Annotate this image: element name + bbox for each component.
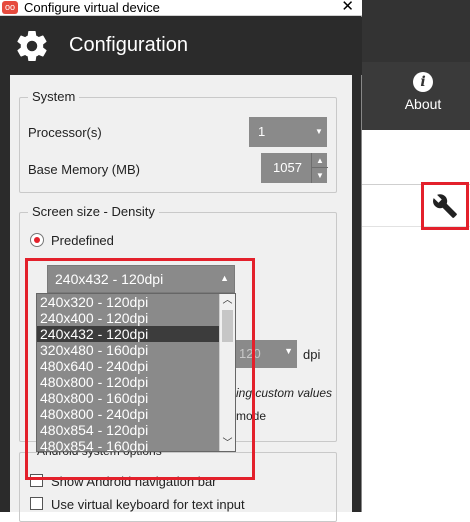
gear-icon [17,31,47,62]
info-icon: i [413,72,433,92]
title-bar[interactable]: oo Configure virtual device ✕ [0,0,362,16]
configure-dialog: oo Configure virtual device ✕ Configurat… [0,0,362,522]
virtual-keyboard-checkbox[interactable] [30,497,43,510]
settings-button[interactable] [421,182,469,230]
predefined-label: Predefined [51,233,114,248]
system-legend: System [28,89,80,104]
about-label: About [404,96,442,112]
virtual-keyboard-label: Use virtual keyboard for text input [51,497,245,512]
app-icon: oo [2,1,18,14]
processors-value: 1 [258,124,266,139]
memory-value: 1057 [273,160,302,175]
memory-stepper[interactable]: 1057 ▲ ▼ [261,153,328,183]
dpi-label: dpi [303,347,321,362]
close-icon[interactable]: ✕ [341,0,354,15]
dialog-header: Configuration [0,17,362,75]
chevron-up-icon[interactable]: ▲ [312,153,328,168]
dialog-title: Configuration [69,34,188,56]
stepper-buttons[interactable]: ▲ ▼ [311,153,328,183]
processors-label: Processor(s) [28,125,102,140]
predefined-radio[interactable] [30,233,44,247]
chevron-down-icon: ▼ [284,346,293,356]
chevron-down-icon[interactable]: ▼ [312,168,328,183]
wrench-icon [433,194,457,218]
screen-legend: Screen size - Density [28,204,159,219]
processors-select[interactable]: 1 ▼ [249,117,327,147]
memory-label: Base Memory (MB) [28,162,140,177]
chevron-down-icon[interactable]: ▼ [311,117,327,147]
highlight-box [25,258,255,480]
about-button[interactable]: i About [380,70,466,126]
background-toolbar-top [362,0,470,62]
window-title: Configure virtual device [24,0,160,15]
